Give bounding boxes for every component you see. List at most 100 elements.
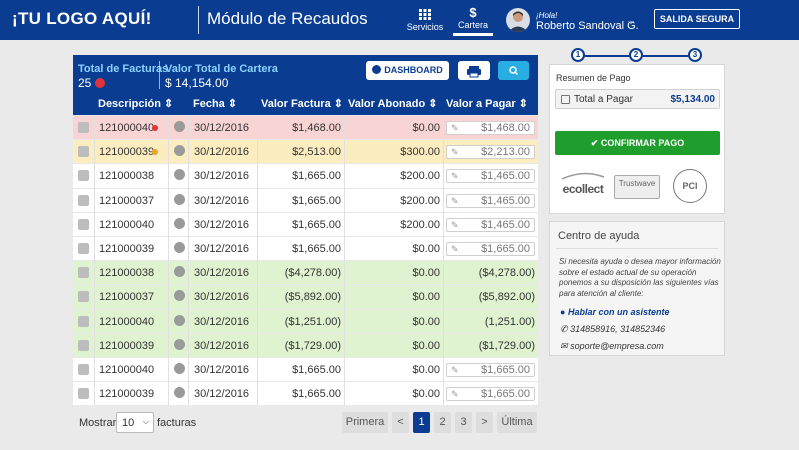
table-row[interactable]: 121000039 30/12/2016 $1,665.00 $0.00 ✎ $1,665… <box>73 235 538 261</box>
chat-link[interactable]: ● Hablar con un asistente <box>560 307 669 317</box>
row-checkbox[interactable] <box>78 242 89 254</box>
col-divider <box>443 236 444 261</box>
table-row[interactable]: 121000037 30/12/2016 $1,665.00 $200.00 ✎ $1,4… <box>73 187 538 212</box>
row-checkbox[interactable] <box>78 122 89 133</box>
pencil-icon: ✎ <box>451 219 459 230</box>
col-valor-abonado[interactable]: Valor Abonado ⇕ <box>348 97 438 110</box>
ecollect-text: ecollect <box>562 182 604 196</box>
row-factura: $1,665.00 <box>292 363 341 376</box>
phone-line: ✆ 314858916, 314852346 <box>560 324 665 335</box>
dashboard-button[interactable]: DASHBOARD <box>366 61 449 80</box>
module-title: Módulo de Recaudos <box>207 9 368 28</box>
avatar[interactable] <box>506 8 530 32</box>
row-checkbox[interactable] <box>78 339 89 351</box>
chevron-down-icon: ⌵ <box>142 417 149 426</box>
row-abonado: $0.00 <box>412 339 440 352</box>
download-icon[interactable] <box>174 314 185 326</box>
row-checkbox[interactable] <box>78 170 89 182</box>
col-divider <box>94 309 95 333</box>
search-button[interactable] <box>498 61 529 80</box>
download-icon[interactable] <box>174 387 185 399</box>
dollar-icon: $ <box>469 5 477 20</box>
col-divider <box>188 236 189 261</box>
user-name[interactable]: Roberto Sandoval G. <box>536 20 639 32</box>
pay-amount-input[interactable]: ✎ $1,665.00 <box>446 387 535 402</box>
download-icon[interactable] <box>174 169 185 181</box>
email-line[interactable]: ✉ soporte@empresa.com <box>560 341 664 352</box>
row-checkbox[interactable] <box>78 291 89 303</box>
pay-amount-input[interactable]: ✎ $1,665.00 <box>446 241 535 256</box>
col-valor-factura[interactable]: Valor Factura ⇕ <box>261 97 343 110</box>
pay-amount-input[interactable]: ✎ $1,465.00 <box>446 217 535 232</box>
table-row[interactable]: 121000040 30/12/2016 ($1,251.00) $0.00 (1,25… <box>73 308 538 333</box>
page-size-select[interactable]: 10 ⌵ <box>116 412 154 433</box>
col-divider <box>443 357 444 382</box>
page-first[interactable]: Primera <box>342 412 388 433</box>
pay-amount-input[interactable]: ✎ $1,465.00 <box>446 169 535 184</box>
table-row[interactable]: 121000040 30/12/2016 $1,665.00 $200.00 ✎ $1,4… <box>73 211 538 236</box>
col-divider <box>344 333 345 357</box>
page-3[interactable]: 3 <box>455 412 472 433</box>
pencil-icon: ✎ <box>451 364 459 375</box>
total-facturas-count: 25 <box>78 76 92 90</box>
table-row[interactable]: 121000038 30/12/2016 $1,665.00 $200.00 ✎ $1,4… <box>73 163 538 188</box>
nav-cartera[interactable]: $ Cartera <box>453 5 493 36</box>
row-factura: ($1,251.00) <box>284 315 341 328</box>
print-button[interactable] <box>458 61 490 80</box>
table-body: 121000040 30/12/2016 $1,468.00 $0.00 ✎ $1,468… <box>73 115 538 406</box>
col-divider <box>188 382 189 406</box>
page-prev[interactable]: < <box>392 412 409 433</box>
table-row[interactable]: 121000039 30/12/2016 $2,513.00 $300.00 ✎ $2,2… <box>73 139 538 164</box>
download-icon[interactable] <box>174 241 185 253</box>
download-icon[interactable] <box>174 121 185 132</box>
page-2[interactable]: 2 <box>434 412 451 433</box>
col-fecha[interactable]: Fecha ⇕ <box>193 97 237 110</box>
valor-cartera-label: Valor Total de Cartera <box>165 63 278 75</box>
row-date: 30/12/2016 <box>194 242 250 255</box>
col-descripcion[interactable]: Descripción ⇕ <box>98 97 173 110</box>
download-icon[interactable] <box>174 145 185 157</box>
download-icon[interactable] <box>174 290 185 302</box>
nav-servicios[interactable]: Servicios <box>405 6 445 32</box>
logout-button[interactable]: SALIDA SEGURA <box>654 9 740 29</box>
page-1[interactable]: 1 <box>413 412 430 433</box>
row-checkbox[interactable] <box>78 388 89 400</box>
row-checkbox[interactable] <box>78 267 89 279</box>
col-divider <box>344 382 345 406</box>
table-row[interactable]: 121000039 30/12/2016 ($1,729.00) $0.00 ($1,7… <box>73 332 538 357</box>
table-row[interactable]: 121000040 30/12/2016 $1,468.00 $0.00 ✎ $1,468… <box>73 115 538 140</box>
pay-amount-input[interactable]: ✎ $1,468.00 <box>446 121 535 135</box>
row-checkbox[interactable] <box>78 194 89 206</box>
download-icon[interactable] <box>174 193 185 205</box>
table-row[interactable]: 121000039 30/12/2016 $1,665.00 $0.00 ✎ $1,665… <box>73 381 538 406</box>
col-valor-pagar[interactable]: Valor a Pagar ⇕ <box>446 97 528 110</box>
row-date: 30/12/2016 <box>194 291 250 304</box>
search-icon <box>509 66 519 76</box>
download-icon[interactable] <box>174 266 185 278</box>
pay-amount-input[interactable]: ✎ $2,213.00 <box>446 145 535 160</box>
download-icon[interactable] <box>174 338 185 350</box>
pay-amount-input[interactable]: ✎ $1,465.00 <box>446 193 535 208</box>
page-next[interactable]: > <box>476 412 493 433</box>
row-id: 121000038 <box>99 267 155 280</box>
chevron-down-icon[interactable]: ⌵ <box>628 17 634 27</box>
row-factura: $1,665.00 <box>292 218 341 231</box>
download-icon[interactable] <box>174 362 185 374</box>
col-divider <box>344 285 345 309</box>
table-row[interactable]: 121000037 30/12/2016 ($5,892.00) $0.00 ($5,8… <box>73 284 538 309</box>
row-id: 121000037 <box>99 291 155 304</box>
row-factura: ($1,729.00) <box>284 339 341 352</box>
row-checkbox[interactable] <box>78 218 89 230</box>
download-icon[interactable] <box>174 217 185 229</box>
row-pagar: ($4,278.00) <box>478 267 535 280</box>
row-checkbox[interactable] <box>78 363 89 375</box>
pay-amount-input[interactable]: ✎ $1,665.00 <box>446 362 535 377</box>
row-checkbox[interactable] <box>78 315 89 327</box>
row-id: 121000039 <box>99 388 155 401</box>
col-divider <box>257 309 258 333</box>
confirm-payment-button[interactable]: ✔ CONFIRMAR PAGO <box>555 131 720 155</box>
table-row[interactable]: 121000038 30/12/2016 ($4,278.00) $0.00 ($4,2… <box>73 260 538 285</box>
row-checkbox[interactable] <box>78 146 89 158</box>
page-last[interactable]: Última <box>497 412 537 433</box>
table-row[interactable]: 121000040 30/12/2016 $1,665.00 $0.00 ✎ $1,665… <box>73 356 538 382</box>
